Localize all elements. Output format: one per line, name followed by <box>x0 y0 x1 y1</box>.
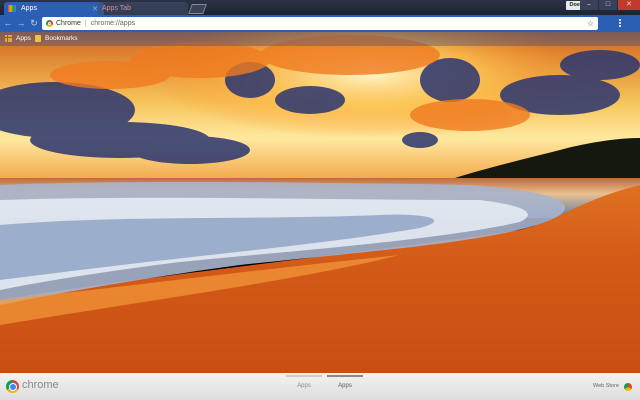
address-bar[interactable]: Chrome | chrome://apps ☆ <box>42 17 598 30</box>
bookmark-apps[interactable]: Apps <box>5 35 31 42</box>
apps-footer: chrome Apps Apps Web Store <box>0 373 640 400</box>
tab-apps[interactable]: Apps ✕ <box>4 2 104 15</box>
tab-label: Apps Tab <box>102 5 132 12</box>
page-label: Apps <box>297 383 311 389</box>
menu-icon[interactable] <box>616 19 624 28</box>
minimize-button[interactable]: – <box>580 0 598 10</box>
maximize-button[interactable]: □ <box>599 0 617 10</box>
forward-arrow-icon[interactable]: → <box>16 18 26 28</box>
chrome-brand: chrome <box>22 379 59 391</box>
window-controls: – □ ✕ <box>579 0 640 11</box>
back-arrow-icon[interactable]: ← <box>3 18 13 28</box>
page-switcher-tab[interactable]: Apps <box>286 375 322 395</box>
toolbar: ← → ↻ Chrome | chrome://apps ☆ <box>0 15 640 32</box>
apps-grid-icon <box>5 35 12 42</box>
new-tab-button[interactable] <box>188 4 207 14</box>
page-indicator <box>327 375 363 377</box>
url-text: chrome://apps <box>90 20 136 27</box>
chrome-logo-icon <box>6 380 19 393</box>
bookmarks-bar: Apps Bookmarks <box>0 32 640 46</box>
web-store-link[interactable]: Web Store <box>593 383 619 389</box>
bookmark-folder[interactable]: Bookmarks <box>35 35 78 42</box>
folder-icon <box>35 35 41 42</box>
star-icon[interactable]: ☆ <box>587 19 594 28</box>
tab-strip: Apps ✕ Apps Tab DoeRay – □ ✕ <box>0 0 640 15</box>
chrome-page-icon <box>46 20 53 27</box>
bookmark-label: Bookmarks <box>45 35 78 42</box>
background-wallpaper <box>0 0 640 373</box>
page-indicator <box>286 375 322 377</box>
bookmark-label: Apps <box>16 35 31 42</box>
site-label: Chrome <box>56 20 81 27</box>
apps-tab-icon <box>8 5 16 12</box>
tab-label: Apps <box>21 5 37 12</box>
page-label: Apps <box>338 383 352 389</box>
separator: | <box>84 20 87 27</box>
page-switcher-tab-active[interactable]: Apps <box>327 375 363 395</box>
web-store-icon[interactable] <box>624 383 632 391</box>
tab-second[interactable]: Apps Tab <box>98 2 188 15</box>
close-window-button[interactable]: ✕ <box>618 0 640 10</box>
reload-icon[interactable]: ↻ <box>29 18 39 28</box>
